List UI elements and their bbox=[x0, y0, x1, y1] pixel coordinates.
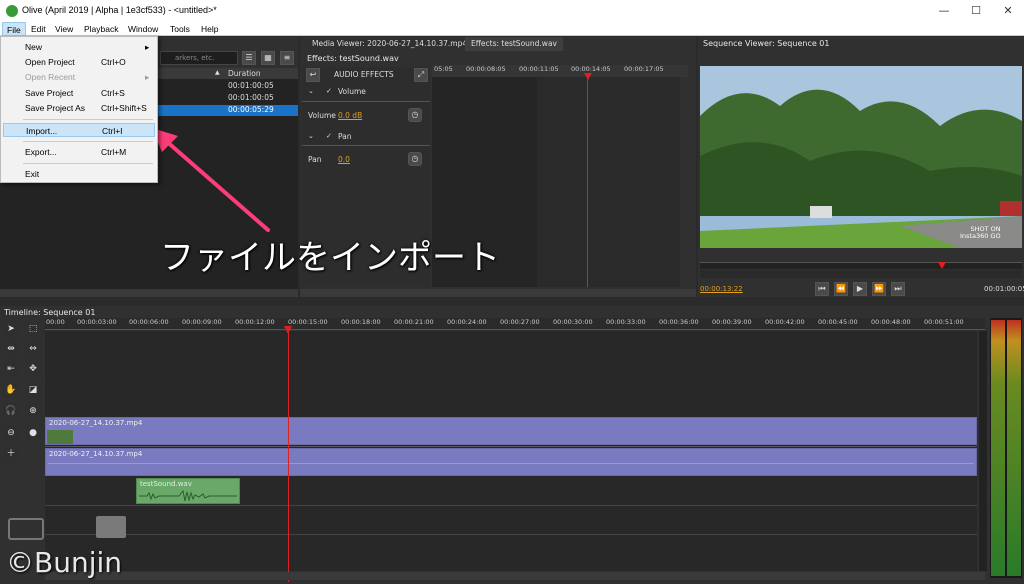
close-button[interactable]: ✕ bbox=[992, 0, 1024, 22]
select-tool-icon[interactable]: ⬚ bbox=[25, 321, 41, 337]
pan-value[interactable]: 0.0 bbox=[338, 155, 350, 164]
list-item-selected[interactable]: 00:00:05:29 bbox=[158, 105, 298, 116]
keyframe-icon[interactable]: ◷ bbox=[408, 108, 422, 122]
volume-value[interactable]: 0.0 dB bbox=[338, 111, 362, 120]
video-clip[interactable]: 2020-06-27_14.10.37.mp4 bbox=[45, 417, 977, 445]
add-track-icon[interactable]: ＋ bbox=[3, 446, 19, 462]
menu-view[interactable]: View bbox=[51, 22, 77, 36]
razor-tool-icon[interactable]: ⇤ bbox=[3, 361, 19, 377]
menu-item-save-project-as[interactable]: Save Project As Ctrl+Shift+S bbox=[3, 101, 155, 115]
fast-forward-icon[interactable]: ⏩ bbox=[872, 282, 886, 296]
menu-help[interactable]: Help bbox=[197, 22, 222, 36]
project-scrollbar[interactable] bbox=[0, 289, 298, 297]
pan-label: Pan bbox=[308, 155, 322, 164]
menu-item-open-recent[interactable]: Open Recent ▸ bbox=[3, 70, 155, 84]
list-view-icon[interactable]: ☰ bbox=[242, 51, 256, 65]
pointer-tool-icon[interactable]: ➤ bbox=[3, 321, 19, 337]
menu-tools[interactable]: Tools bbox=[166, 22, 194, 36]
sequence-viewer-title: Sequence Viewer: Sequence 01 bbox=[703, 39, 830, 48]
project-search-input[interactable]: arkers, etc. bbox=[160, 51, 238, 65]
audio-effects-label: AUDIO EFFECTS bbox=[334, 70, 394, 79]
file-menu-dropdown: New ▸ Open Project Ctrl+O Open Recent ▸ Sav… bbox=[0, 36, 158, 183]
menu-item-import[interactable]: Import... Ctrl+I bbox=[3, 123, 155, 137]
menu-item-exit[interactable]: Exit bbox=[3, 167, 155, 181]
keyframe-icon[interactable]: ◷ bbox=[408, 152, 422, 166]
effect-menu-icon[interactable]: ⤢ bbox=[414, 68, 428, 82]
video-watermark: SHOT ON Insta360 GO bbox=[960, 225, 1001, 240]
menu-window[interactable]: Window bbox=[124, 22, 162, 36]
play-icon[interactable]: ▶ bbox=[853, 282, 867, 296]
menu-playback[interactable]: Playback bbox=[80, 22, 123, 36]
meter-left-channel bbox=[991, 320, 1005, 576]
record-icon[interactable]: ● bbox=[25, 425, 41, 441]
checkbox-pan[interactable]: ✓ bbox=[326, 132, 332, 140]
menu-item-open-project[interactable]: Open Project Ctrl+O bbox=[3, 55, 155, 69]
tab-media-viewer[interactable]: Media Viewer: 2020-06-27_14.10.37.mp4 bbox=[306, 37, 473, 51]
effects-title: Effects: testSound.wav bbox=[307, 54, 399, 63]
video-frame-image bbox=[700, 66, 1022, 248]
zoom-in-icon[interactable]: ⊕ bbox=[25, 403, 41, 419]
column-duration[interactable]: Duration bbox=[228, 69, 261, 78]
timeline-ruler[interactable]: 00:00 00:00:03:00 00:00:06:00 00:00:09:0… bbox=[45, 318, 985, 330]
sound-clip[interactable]: testSound.wav bbox=[136, 478, 240, 504]
transition-tool-icon[interactable]: ◪ bbox=[25, 382, 41, 398]
go-to-end-icon[interactable]: ⏭ bbox=[891, 282, 905, 296]
camera-icon bbox=[8, 518, 44, 540]
clip-thumbnail bbox=[47, 430, 73, 444]
video-preview: SHOT ON Insta360 GO bbox=[700, 66, 1022, 248]
timeline-panel: Timeline: Sequence 01 ➤ ⬚ ⇹ ⇔ ⇤ ✥ ✋ ◪ 🎧 … bbox=[0, 306, 1024, 584]
laptop-icon bbox=[96, 516, 126, 538]
effects-playhead-marker[interactable] bbox=[584, 73, 592, 80]
window-title: Olive (April 2019 | Alpha | 1e3cf533) - … bbox=[22, 5, 217, 15]
rewind-icon[interactable]: ⏪ bbox=[834, 282, 848, 296]
audio-clip[interactable]: 2020-06-27_14.10.37.mp4 bbox=[45, 448, 977, 476]
chevron-down-icon[interactable]: ⌄ bbox=[308, 87, 314, 95]
timeline-playhead bbox=[288, 332, 289, 582]
viewer-scrubber[interactable] bbox=[700, 262, 1022, 269]
go-to-start-icon[interactable]: ⏮ bbox=[815, 282, 829, 296]
effects-playhead bbox=[587, 77, 588, 287]
menu-item-new[interactable]: New ▸ bbox=[3, 40, 155, 54]
viewer-playhead-marker[interactable] bbox=[938, 262, 946, 269]
menu-edit[interactable]: Edit bbox=[27, 22, 50, 36]
credit-text: ©Bunjin bbox=[6, 546, 123, 579]
rolling-tool-icon[interactable]: ⇔ bbox=[25, 341, 41, 357]
sequence-duration: 00:01:00:05 bbox=[984, 285, 1024, 293]
current-timecode[interactable]: 00:00:13:22 bbox=[700, 285, 743, 293]
audio-tool-icon[interactable]: 🎧 bbox=[3, 403, 19, 419]
annotation-arrow bbox=[152, 128, 270, 232]
chevron-down-icon[interactable]: ⌄ bbox=[308, 132, 314, 140]
meter-right-channel bbox=[1007, 320, 1021, 576]
zoom-out-icon[interactable]: ⊖ bbox=[3, 425, 19, 441]
volume-label: Volume bbox=[308, 111, 336, 120]
grid-view-icon[interactable]: ▦ bbox=[261, 51, 275, 65]
checkbox-volume[interactable]: ✓ bbox=[326, 87, 332, 95]
menu-file[interactable]: File bbox=[2, 22, 26, 36]
effects-scrollbar[interactable] bbox=[300, 289, 696, 297]
tree-view-icon[interactable]: ≡ bbox=[280, 51, 294, 65]
timeline-scrollbar[interactable] bbox=[45, 572, 985, 580]
ripple-tool-icon[interactable]: ⇹ bbox=[3, 341, 19, 357]
hand-tool-icon[interactable]: ✋ bbox=[3, 382, 19, 398]
minimize-button[interactable]: — bbox=[928, 0, 960, 22]
waveform bbox=[139, 489, 237, 502]
audio-meter bbox=[990, 318, 1022, 578]
sequence-viewer-panel: Sequence Viewer: Sequence 01 SHOT ON Ins… bbox=[698, 37, 1024, 297]
app-logo-icon bbox=[6, 5, 18, 17]
effects-ruler: 05:05 00:00:08:05 00:00:11:05 00:00:14:0… bbox=[432, 65, 688, 77]
timeline-vscroll[interactable] bbox=[979, 331, 987, 571]
title-bar: Olive (April 2019 | Alpha | 1e3cf533) - … bbox=[0, 0, 1024, 22]
add-effect-icon[interactable]: ↩ bbox=[306, 68, 320, 82]
volume-group-label: Volume bbox=[338, 87, 366, 96]
slip-tool-icon[interactable]: ✥ bbox=[25, 361, 41, 377]
pan-group-label: Pan bbox=[338, 132, 352, 141]
menu-item-export[interactable]: Export... Ctrl+M bbox=[3, 145, 155, 159]
menu-bar: File Edit View Playback Window Tools Hel… bbox=[0, 22, 1024, 36]
maximize-button[interactable]: ☐ bbox=[960, 0, 992, 22]
tab-effects[interactable]: Effects: testSound.wav bbox=[465, 37, 563, 51]
annotation-caption: ファイルをインポート bbox=[160, 238, 500, 278]
menu-item-save-project[interactable]: Save Project Ctrl+S bbox=[3, 86, 155, 100]
viewer-scrollbar[interactable] bbox=[700, 270, 1022, 278]
